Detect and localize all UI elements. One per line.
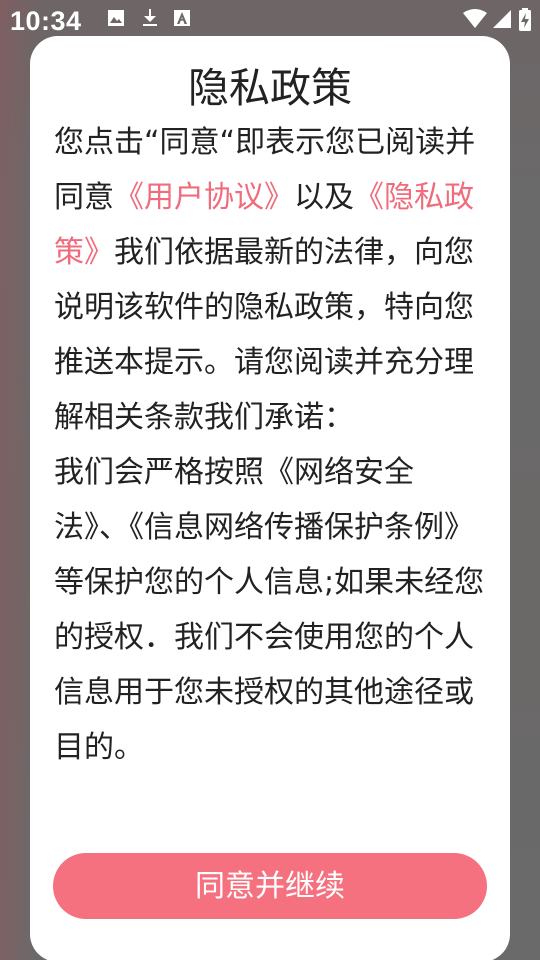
battery-charging-icon bbox=[518, 8, 532, 31]
wifi-icon bbox=[462, 8, 488, 30]
status-time: 10:34 bbox=[10, 6, 82, 36]
body-text-and: 以及 bbox=[294, 180, 354, 215]
font-a-icon bbox=[172, 8, 194, 30]
body-text-commitment: 我们会严格按照《网络安全法》、《信息网络传播保护条例》等保护您的个人信息;如果未… bbox=[54, 455, 485, 765]
dialog-body: 您点击“同意“即表示您已阅读并同意《用户协议》以及《隐私政策》我们依据最新的法律… bbox=[54, 115, 486, 775]
dialog-title: 隐私政策 bbox=[188, 64, 352, 112]
agree-and-continue-button[interactable]: 同意并继续 bbox=[53, 853, 487, 919]
signal-icon bbox=[492, 8, 514, 30]
status-bar: 10:34 bbox=[0, 0, 540, 40]
download-icon bbox=[140, 8, 162, 30]
user-agreement-link[interactable]: 《用户协议》 bbox=[114, 180, 294, 215]
body-text-statement: 我们依据最新的法律，向您说明该软件的隐私政策，特向您推送本提示。请您阅读并充分理… bbox=[54, 235, 474, 435]
image-icon bbox=[106, 8, 128, 30]
